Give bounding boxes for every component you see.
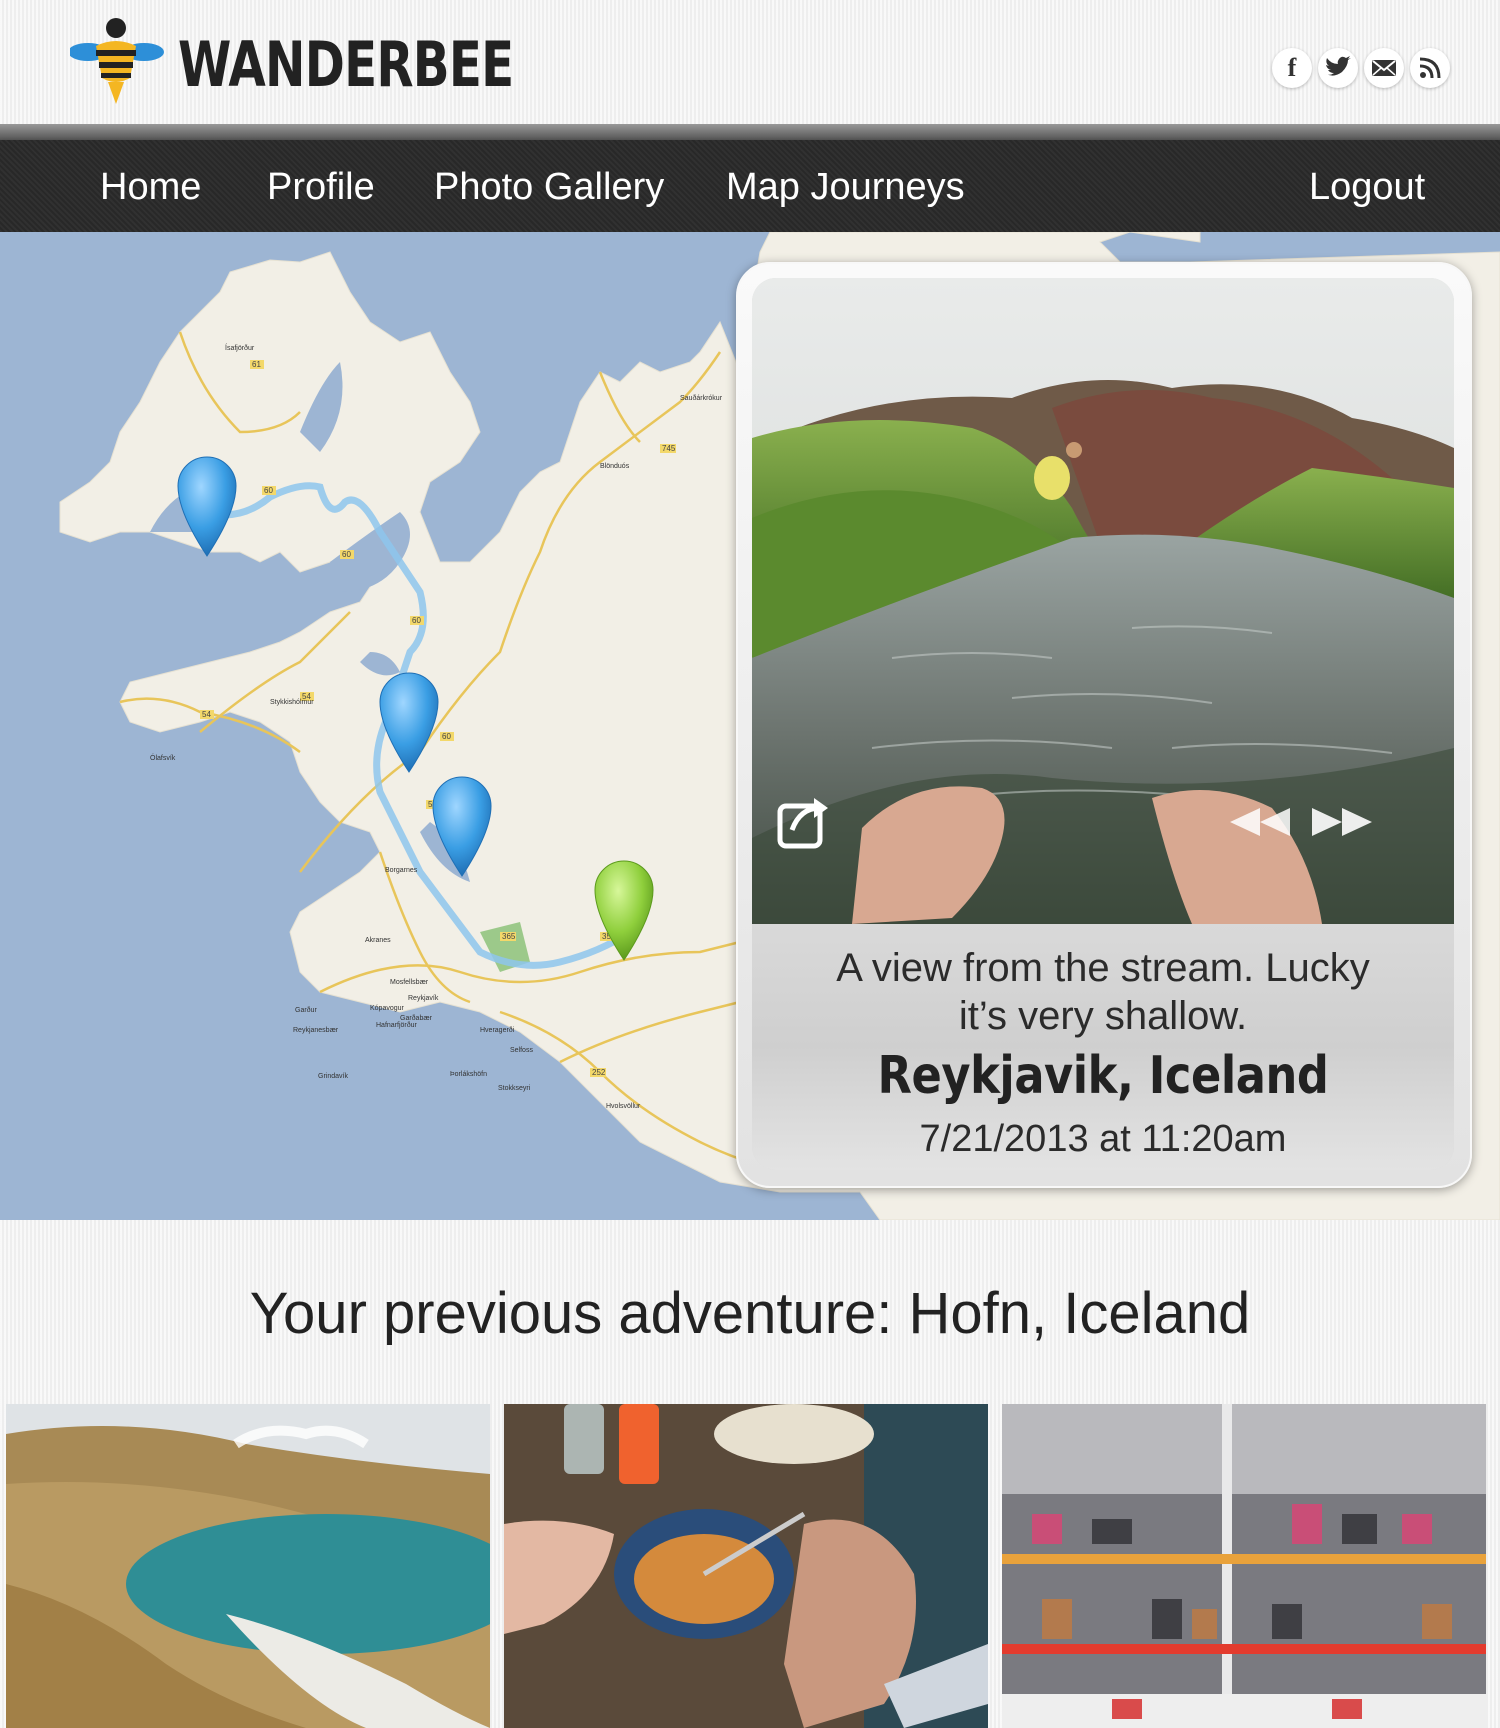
facebook-glyph: f bbox=[1287, 53, 1297, 82]
svg-text:Hveragerði: Hveragerði bbox=[480, 1026, 515, 1034]
facebook-icon[interactable]: f bbox=[1272, 48, 1312, 88]
svg-text:Blönduós: Blönduós bbox=[600, 463, 630, 470]
rss-icon[interactable] bbox=[1410, 48, 1450, 88]
caption-location: Reykjavik, Iceland bbox=[877, 1046, 1329, 1106]
stream-photo[interactable] bbox=[752, 278, 1454, 924]
svg-text:Sauðárkrókur: Sauðárkrókur bbox=[680, 394, 723, 402]
svg-text:Hvolsvöllur: Hvolsvöllur bbox=[606, 1103, 641, 1110]
twitter-icon[interactable] bbox=[1318, 48, 1358, 88]
svg-text:Akranes: Akranes bbox=[365, 937, 391, 944]
svg-text:60: 60 bbox=[412, 616, 421, 625]
svg-text:Stokkseyri: Stokkseyri bbox=[498, 1085, 531, 1092]
svg-text:Borgarnes: Borgarnes bbox=[385, 867, 418, 874]
nav-photo-gallery[interactable]: Photo Gallery bbox=[434, 166, 664, 209]
bee-logo-icon[interactable] bbox=[70, 16, 166, 112]
caption-datetime: 7/21/2013 at 11:20am bbox=[919, 1118, 1287, 1160]
svg-text:60: 60 bbox=[264, 486, 273, 495]
svg-text:Grindavík: Grindavík bbox=[318, 1073, 348, 1080]
social-links: f bbox=[1272, 48, 1450, 88]
shoe-store-photo[interactable] bbox=[1002, 1404, 1486, 1728]
main-nav: Home Profile Photo Gallery Map Journeys … bbox=[0, 140, 1500, 232]
svg-text:54: 54 bbox=[202, 710, 211, 719]
svg-text:60: 60 bbox=[342, 550, 351, 559]
svg-text:60: 60 bbox=[442, 732, 451, 741]
svg-text:Stykkishólmur: Stykkishólmur bbox=[270, 699, 314, 706]
crater-lake-photo[interactable] bbox=[6, 1404, 490, 1728]
svg-text:61: 61 bbox=[252, 360, 261, 369]
svg-text:Ísafjörður: Ísafjörður bbox=[225, 343, 255, 352]
photo-popup-inner: A view from the stream. Lucky it’s very … bbox=[752, 278, 1454, 1170]
photo-caption: A view from the stream. Lucky it’s very … bbox=[752, 924, 1454, 1170]
svg-text:Þorlákshöfn: Þorlákshöfn bbox=[450, 1071, 487, 1078]
previous-adventure-title: Your previous adventure: Hofn, Iceland bbox=[249, 1281, 1251, 1346]
svg-text:Mosfellsbær: Mosfellsbær bbox=[390, 979, 429, 986]
brand-name[interactable]: WANDERBEE bbox=[178, 26, 514, 104]
svg-text:Kópavogur: Kópavogur bbox=[370, 1005, 405, 1012]
photo-popup-card: A view from the stream. Lucky it’s very … bbox=[736, 262, 1472, 1188]
site-header: WANDERBEE f bbox=[0, 0, 1500, 124]
svg-text:Selfoss: Selfoss bbox=[510, 1047, 533, 1054]
svg-text:252: 252 bbox=[592, 1068, 606, 1077]
nav-top-border bbox=[0, 124, 1500, 140]
nav-home[interactable]: Home bbox=[100, 166, 201, 209]
nav-profile[interactable]: Profile bbox=[267, 166, 375, 209]
soup-bowl-photo[interactable] bbox=[504, 1404, 988, 1728]
svg-text:Hafnarfjörður: Hafnarfjörður bbox=[376, 1021, 418, 1029]
svg-text:Reykjavík: Reykjavík bbox=[408, 995, 439, 1002]
caption-description: A view from the stream. Lucky it’s very … bbox=[836, 946, 1370, 1038]
svg-text:Reykjanesbær: Reykjanesbær bbox=[293, 1027, 339, 1034]
svg-text:365: 365 bbox=[502, 932, 516, 941]
svg-text:Garður: Garður bbox=[295, 1006, 317, 1014]
svg-text:Ólafsvík: Ólafsvík bbox=[150, 753, 176, 762]
email-icon[interactable] bbox=[1364, 48, 1404, 88]
nav-map-journeys[interactable]: Map Journeys bbox=[726, 166, 965, 209]
nav-logout[interactable]: Logout bbox=[1309, 166, 1425, 209]
journey-map[interactable]: 62 60 60 60 60 507 365 358 61 745 54 54 … bbox=[0, 232, 1500, 1220]
svg-text:745: 745 bbox=[662, 444, 676, 453]
svg-text:Garðabær: Garðabær bbox=[400, 1014, 433, 1022]
